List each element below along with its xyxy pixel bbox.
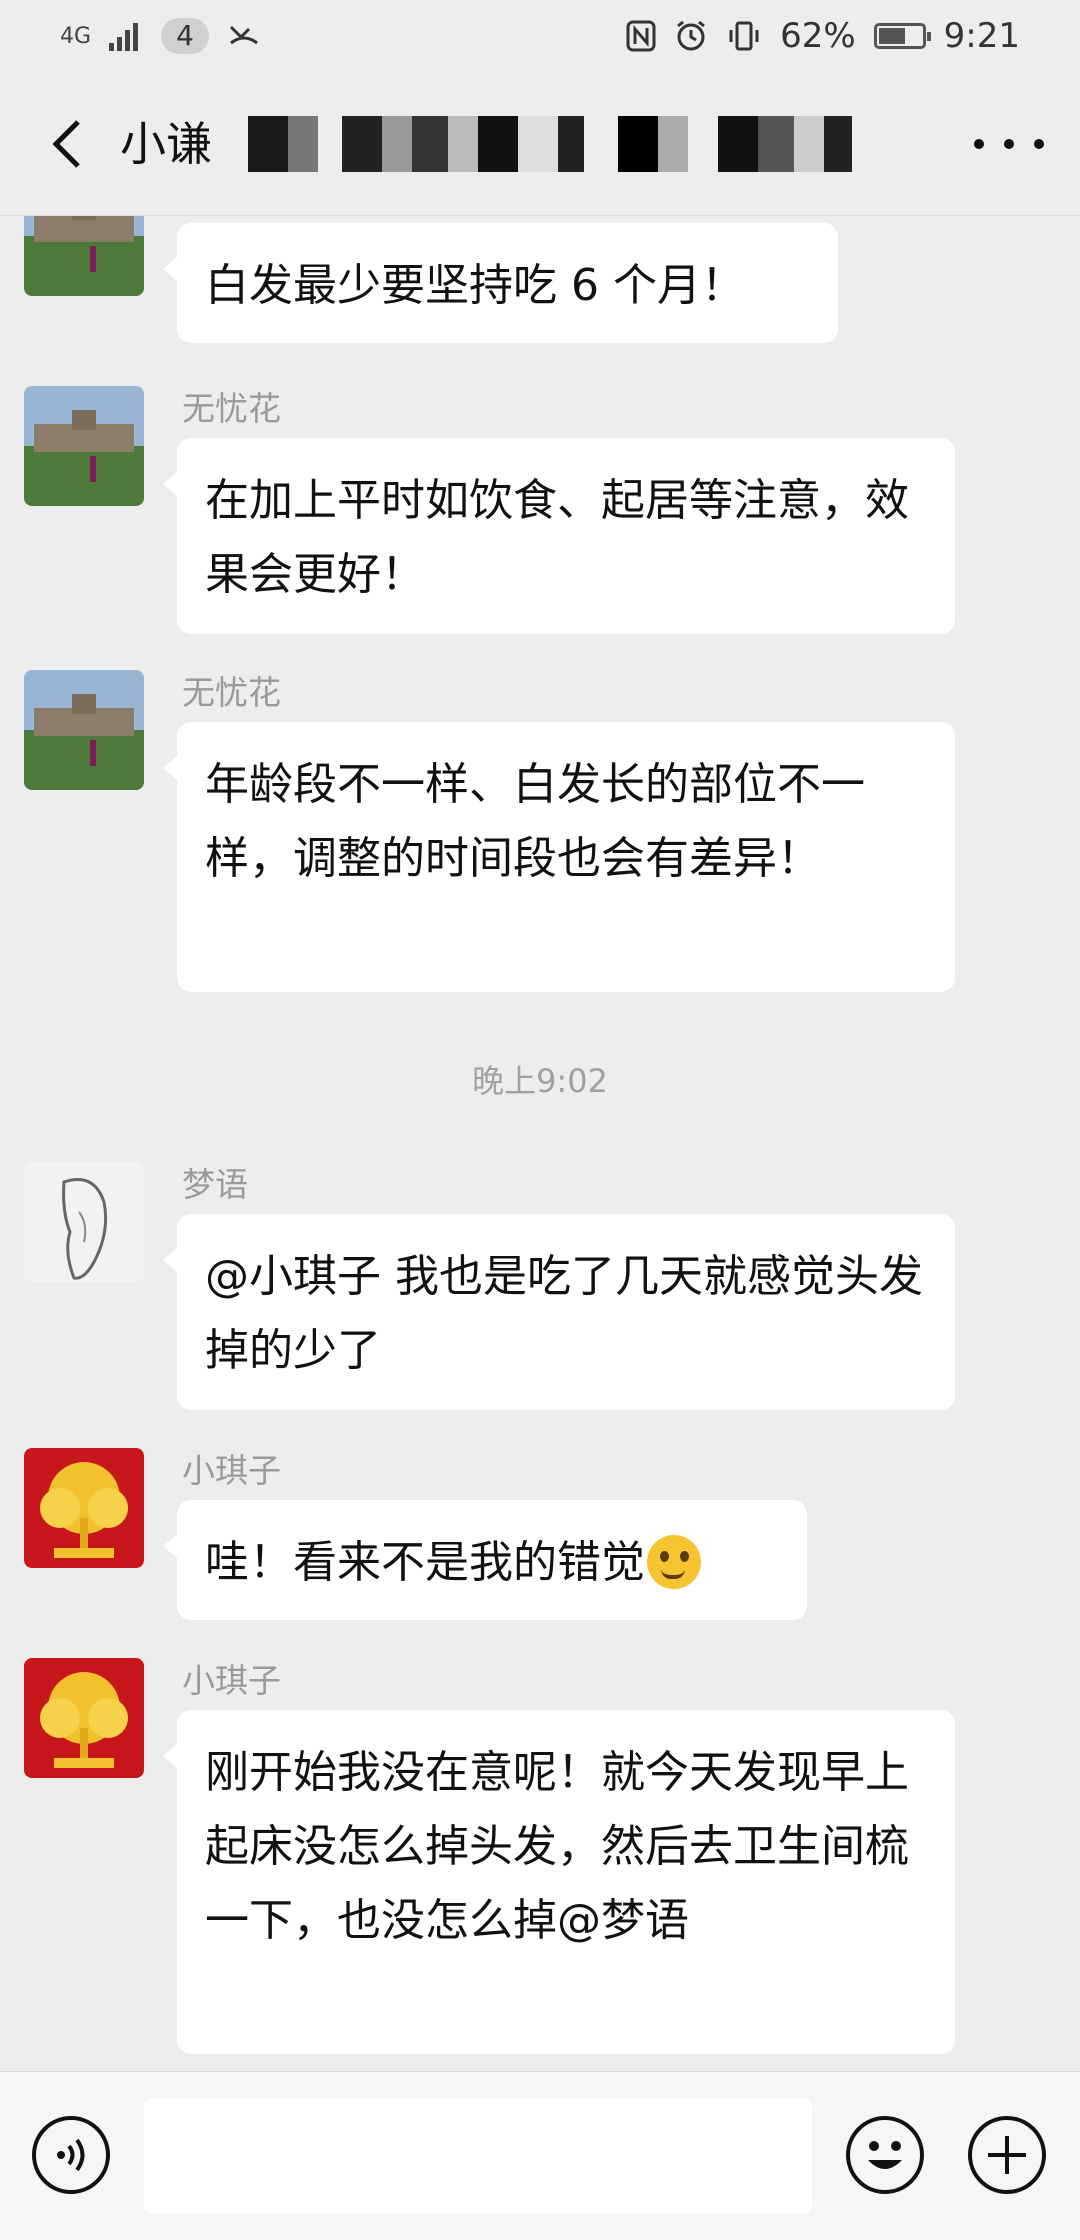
notification-count-badge: 4 <box>161 18 210 54</box>
network-type: 4G <box>60 23 92 49</box>
message-text: 刚开始我没在意呢！就今天发现早上起床没怎么掉头发，然后去卫生间梳一下，也没怎么掉… <box>205 1747 909 1946</box>
golden-tree-avatar[interactable] <box>24 1448 144 1568</box>
clock: 9:21 <box>943 16 1020 56</box>
message-text: 年龄段不一样、白发长的部位不一样，调整的时间段也会有差异！ <box>205 759 865 884</box>
time-divider: 晚上9:02 <box>472 1062 608 1100</box>
message-bubble[interactable]: 哇！看来不是我的错觉 <box>163 1500 807 1620</box>
palace-photo-avatar[interactable] <box>24 670 144 790</box>
status-right: 62% 9:21 <box>626 16 1020 56</box>
message-bubble[interactable]: 白发最少要坚持吃 6 个月！ <box>163 223 838 343</box>
battery-percent: 62% <box>780 16 856 56</box>
emoji-icon[interactable] <box>846 2116 924 2194</box>
palace-photo-avatar[interactable] <box>24 216 144 296</box>
sender-name: 小琪子 <box>182 1451 281 1490</box>
plus-icon[interactable] <box>968 2116 1046 2194</box>
sender-name: 梦语 <box>182 1165 248 1204</box>
alarm-icon <box>677 20 705 51</box>
message-text: 哇！看来不是我的错觉 <box>205 1537 645 1588</box>
input-bar <box>0 2071 1080 2240</box>
message-text: 白发最少要坚持吃 6 个月！ <box>205 260 745 311</box>
message-bubble[interactable]: @小琪子 我也是吃了几天就感觉头发掉的少了 <box>163 1214 955 1410</box>
more-dots-icon[interactable] <box>974 120 1044 168</box>
missed-call-icon <box>229 25 258 45</box>
sender-name: 无忧花 <box>182 389 281 428</box>
status-bar: 4G 4 62% 9:21 <box>0 0 1080 72</box>
message-bubble[interactable]: 在加上平时如饮食、起居等注意，效果会更好！ <box>163 438 955 634</box>
nfc-icon <box>626 20 656 52</box>
message-text: @小琪子 我也是吃了几天就感觉头发掉的少了 <box>205 1251 923 1376</box>
sender-name: 无忧花 <box>182 673 281 712</box>
sketch-portrait-avatar[interactable] <box>24 1162 144 1282</box>
sender-name: 小琪子 <box>182 1661 281 1700</box>
golden-tree-avatar[interactable] <box>24 1658 144 1778</box>
back-chevron-icon[interactable] <box>40 118 92 170</box>
message-input[interactable] <box>144 2098 812 2214</box>
palace-photo-avatar[interactable] <box>24 386 144 506</box>
battery-level-fill <box>878 28 905 44</box>
message-list[interactable]: 白发最少要坚持吃 6 个月！ 无忧花 在加上平时如饮食、起居等注意，效果会更好！… <box>0 216 1080 2071</box>
signal-icon <box>109 23 139 51</box>
chat-title: 小谦 <box>120 117 212 171</box>
vibrate-icon <box>729 21 759 51</box>
message-bubble[interactable]: 刚开始我没在意呢！就今天发现早上起床没怎么掉头发，然后去卫生间梳一下，也没怎么掉… <box>163 1710 955 2054</box>
message-text: 在加上平时如饮食、起居等注意，效果会更好！ <box>205 475 909 600</box>
thinking-face-emoji <box>647 1535 701 1589</box>
status-left: 4G 4 <box>60 18 261 54</box>
voice-icon[interactable] <box>32 2116 110 2194</box>
battery-icon <box>873 23 931 49</box>
redacted-title-area <box>248 116 888 172</box>
message-bubble[interactable]: 年龄段不一样、白发长的部位不一样，调整的时间段也会有差异！ <box>163 722 955 992</box>
chat-header: 小谦 <box>0 72 1080 216</box>
